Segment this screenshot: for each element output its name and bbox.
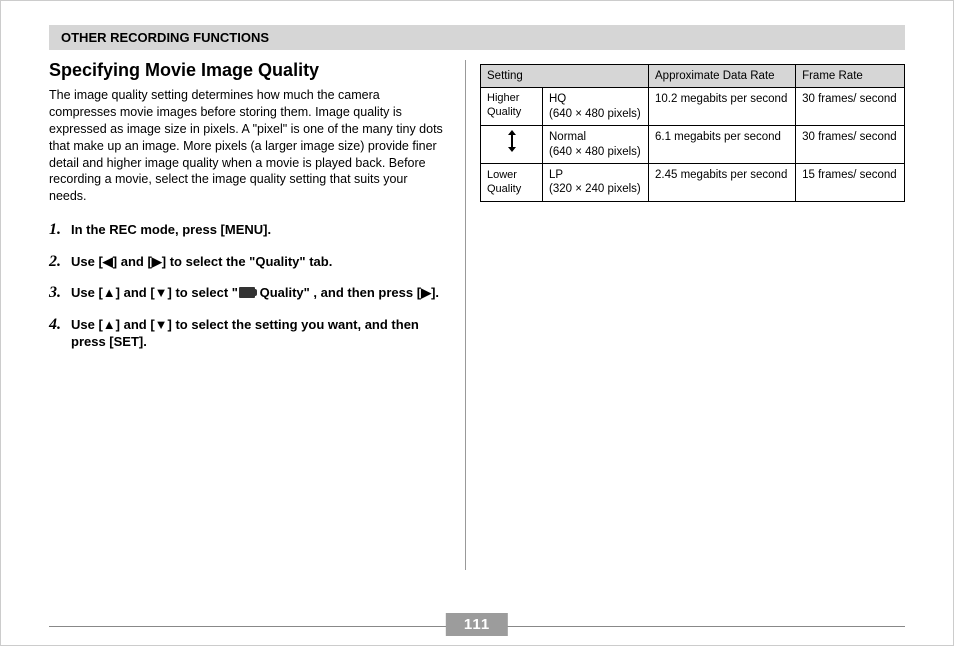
cell-fps: 30 frames/ second — [796, 88, 905, 126]
cell-mode: LP (320 × 240 pixels) — [543, 163, 649, 201]
footer-rule: 111 — [49, 626, 905, 627]
page-number: 111 — [464, 616, 490, 633]
page-number-box: 111 — [446, 613, 508, 636]
cell-rate: 6.1 megabits per second — [649, 126, 796, 164]
quality-arrow-cell — [481, 126, 543, 164]
higher-quality-label: Higher Quality — [481, 88, 543, 126]
cell-mode-size: (320 × 240 pixels) — [549, 183, 641, 195]
step-3-text-b: Quality" , and then press [▶]. — [256, 285, 439, 300]
cell-mode-size: (640 × 480 pixels) — [549, 146, 641, 158]
table-row: Higher Quality HQ (640 × 480 pixels) 10.… — [481, 88, 905, 126]
step-3-text-a: Use [▲] and [▼] to select " — [71, 285, 238, 300]
table-row: Normal (640 × 480 pixels) 6.1 megabits p… — [481, 126, 905, 164]
section-header-text: OTHER RECORDING FUNCTIONS — [61, 30, 269, 45]
cell-mode-name: HQ — [549, 93, 566, 105]
page-footer: 111 — [49, 626, 905, 627]
cell-mode-name: LP — [549, 169, 563, 181]
step-2-text: Use [◀] and [▶] to select the "Quality" … — [71, 254, 332, 269]
page-title: Specifying Movie Image Quality — [49, 60, 443, 81]
right-column: Setting Approximate Data Rate Frame Rate… — [480, 60, 905, 570]
cell-rate: 2.45 megabits per second — [649, 163, 796, 201]
lower-quality-label: Lower Quality — [481, 163, 543, 201]
intro-paragraph: The image quality setting determines how… — [49, 87, 443, 205]
updown-arrow-icon — [487, 130, 536, 152]
th-setting: Setting — [481, 65, 649, 88]
section-header-bar: OTHER RECORDING FUNCTIONS — [49, 25, 905, 50]
step-1: In the REC mode, press [MENU]. — [49, 221, 443, 239]
column-divider — [465, 60, 466, 570]
cell-fps: 30 frames/ second — [796, 126, 905, 164]
steps-list: In the REC mode, press [MENU]. Use [◀] a… — [49, 221, 443, 351]
step-4: Use [▲] and [▼] to select the setting yo… — [49, 316, 443, 351]
cell-mode: HQ (640 × 480 pixels) — [543, 88, 649, 126]
table-header-row: Setting Approximate Data Rate Frame Rate — [481, 65, 905, 88]
cell-mode: Normal (640 × 480 pixels) — [543, 126, 649, 164]
step-2: Use [◀] and [▶] to select the "Quality" … — [49, 253, 443, 271]
movie-icon — [239, 287, 255, 298]
left-column: Specifying Movie Image Quality The image… — [49, 60, 459, 570]
step-3: Use [▲] and [▼] to select " Quality" , a… — [49, 284, 443, 302]
quality-table: Setting Approximate Data Rate Frame Rate… — [480, 64, 905, 202]
cell-mode-name: Normal — [549, 131, 586, 143]
cell-mode-size: (640 × 480 pixels) — [549, 108, 641, 120]
th-framerate: Frame Rate — [796, 65, 905, 88]
step-1-text: In the REC mode, press [MENU]. — [71, 222, 271, 237]
step-4-text: Use [▲] and [▼] to select the setting yo… — [71, 317, 419, 350]
content-columns: Specifying Movie Image Quality The image… — [49, 60, 905, 570]
cell-fps: 15 frames/ second — [796, 163, 905, 201]
th-datarate: Approximate Data Rate — [649, 65, 796, 88]
table-row: Lower Quality LP (320 × 240 pixels) 2.45… — [481, 163, 905, 201]
cell-rate: 10.2 megabits per second — [649, 88, 796, 126]
